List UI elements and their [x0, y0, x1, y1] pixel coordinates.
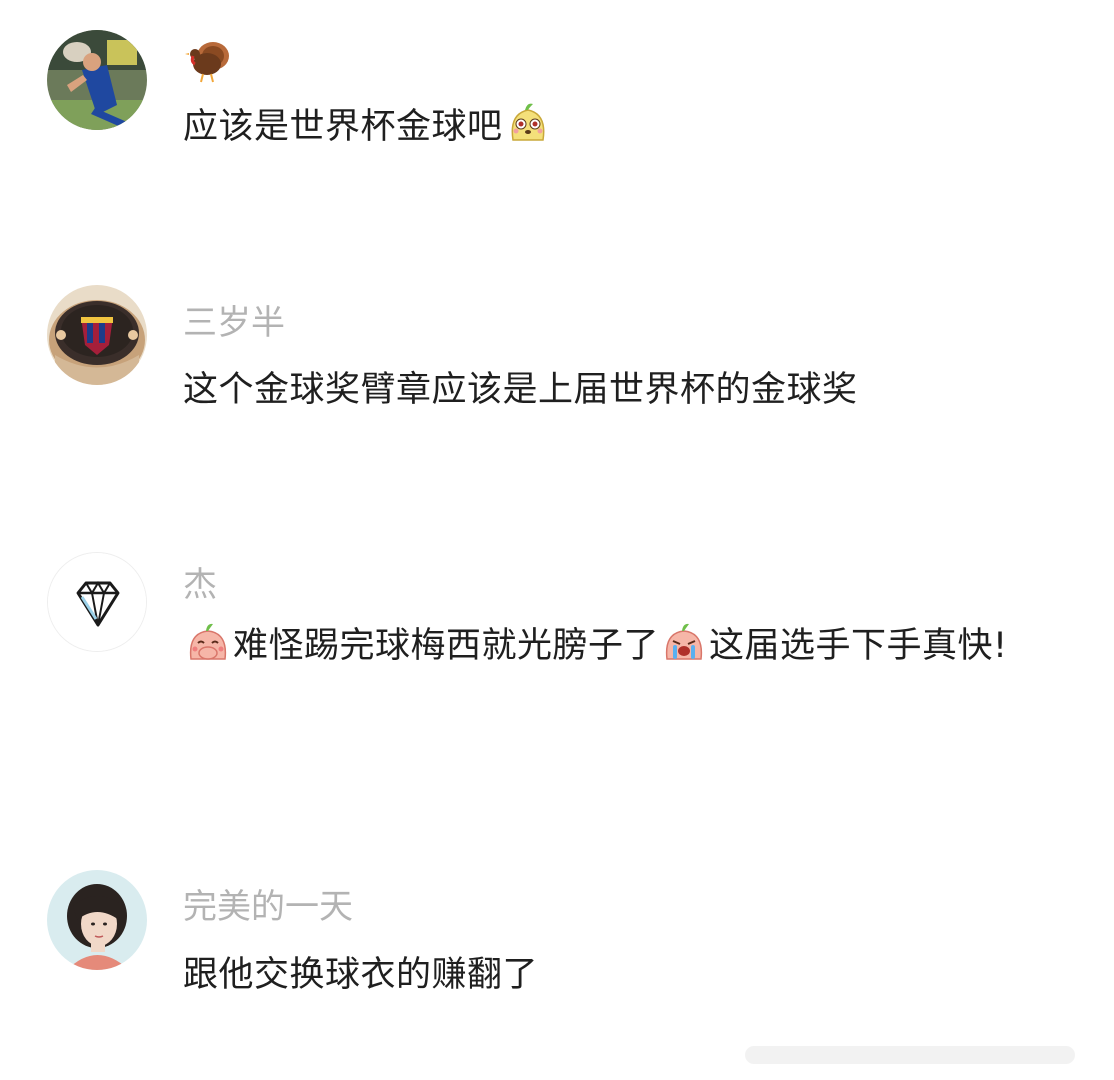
avatar[interactable] — [47, 30, 147, 130]
comment-text: 这个金球奖臂章应该是上届世界杯的金球奖 — [183, 370, 858, 410]
comment-text: 跟他交换球衣的赚翻了 — [183, 955, 539, 995]
comment-text: 难怪踢完球梅西就光膀子了 这届选手下手真快! — [183, 613, 1063, 679]
covering-mouth-emoji — [185, 619, 231, 665]
username[interactable]: 三岁半 — [183, 303, 285, 343]
comment-text: 应该是世界杯金球吧 — [183, 94, 1063, 160]
yellow-dog-emoji — [505, 100, 551, 146]
username[interactable]: 杰 — [183, 565, 217, 605]
comment-text-content: 难怪踢完球梅西就光膀子了 — [233, 626, 660, 666]
avatar[interactable] — [47, 285, 147, 385]
avatar[interactable] — [47, 552, 147, 652]
crying-emoji — [661, 619, 707, 665]
comment-text-content: 应该是世界杯金球吧 — [183, 107, 503, 147]
comment-text-content: 这届选手下手真快! — [709, 626, 1008, 666]
turkey-icon — [183, 34, 235, 86]
avatar[interactable] — [47, 870, 147, 970]
username[interactable]: 完美的一天 — [183, 887, 353, 927]
watermark — [745, 1040, 1075, 1070]
